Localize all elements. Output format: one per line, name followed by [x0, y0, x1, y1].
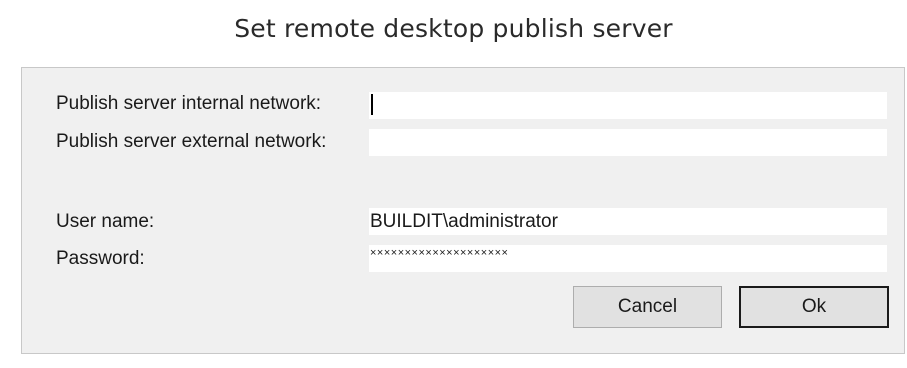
publish-server-dialog: Set remote desktop publish server Publis…: [0, 0, 907, 368]
form-panel: Publish server internal network: Publish…: [21, 67, 905, 354]
password-label: Password:: [56, 248, 145, 269]
ok-button[interactable]: Ok: [739, 286, 889, 328]
external-network-label: Publish server external network:: [56, 131, 327, 152]
dialog-title: Set remote desktop publish server: [234, 14, 673, 43]
username-value: BUILDIT\administrator: [370, 211, 558, 232]
cancel-button[interactable]: Cancel: [573, 286, 722, 328]
external-network-input[interactable]: [369, 129, 887, 156]
internal-network-input[interactable]: [369, 92, 887, 119]
password-value: ××××××××××××××××××××: [370, 247, 509, 259]
text-caret: [371, 94, 373, 116]
username-label: User name:: [56, 211, 155, 232]
username-input[interactable]: BUILDIT\administrator: [369, 208, 887, 235]
internal-network-label: Publish server internal network:: [56, 93, 322, 114]
password-input[interactable]: ××××××××××××××××××××: [369, 245, 887, 272]
